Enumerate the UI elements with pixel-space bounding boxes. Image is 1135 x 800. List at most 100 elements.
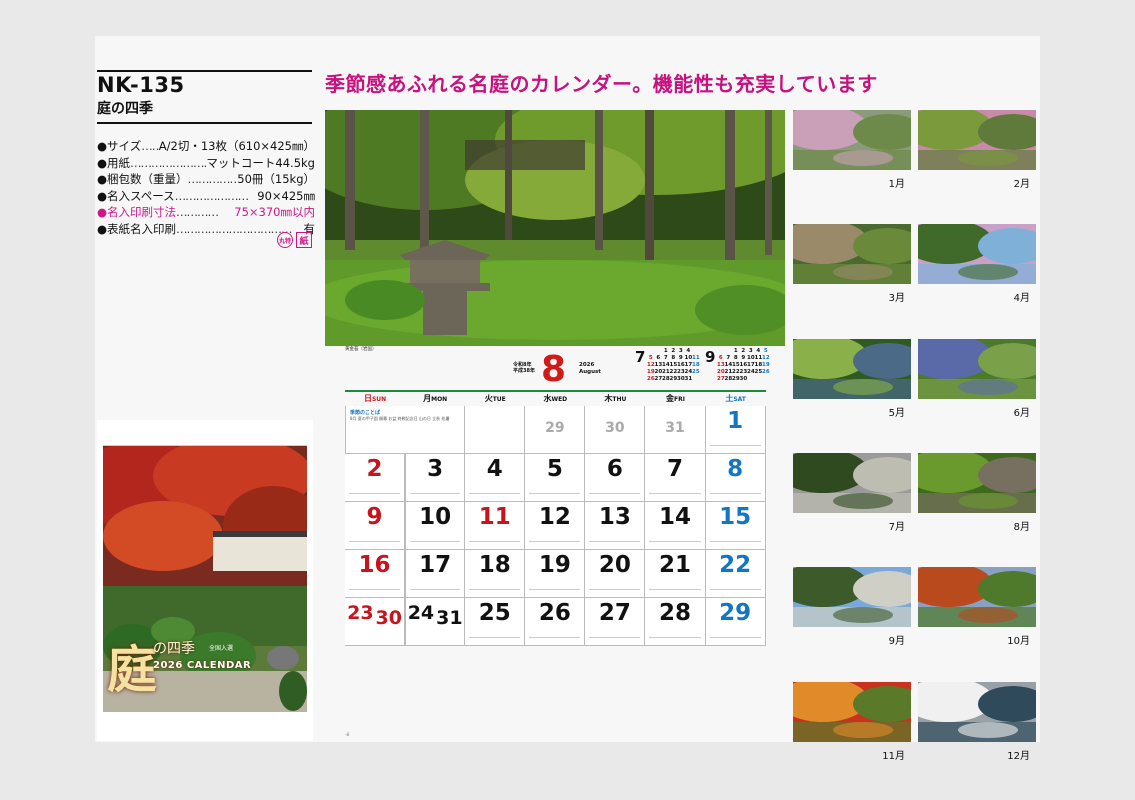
day-number: 7 — [667, 456, 684, 482]
mini-day: 16 — [739, 362, 748, 368]
spec-panel: NK-135 庭の四季 ●サイズ………A/2切・13枚（610×425㎜）●用紙… — [97, 70, 319, 248]
month-thumbnail-label: 2月 — [1013, 179, 1030, 190]
dual-day-numbers: 23 30 — [345, 602, 404, 629]
day-note-line — [649, 637, 701, 638]
mini-day: 1 — [733, 348, 738, 354]
day-number: 18 — [478, 552, 511, 578]
mini-day: 19 — [762, 362, 770, 368]
badge-group: 丸特 紙 — [277, 232, 312, 248]
mini-day: 18 — [754, 362, 763, 368]
calendar-day: 25 — [465, 598, 526, 646]
weekday-en: TUE — [492, 396, 506, 403]
mini-day — [725, 348, 733, 355]
day-note-line — [709, 541, 761, 542]
mini-day: 27 — [654, 376, 663, 382]
cover-calendar-label: 2026 CALENDAR — [153, 660, 252, 671]
day-note-line — [410, 541, 461, 542]
mini-day: 14 — [724, 362, 733, 368]
day-number: 6 — [606, 456, 623, 482]
day-number: 25 — [478, 600, 511, 626]
calendar-day: 17 — [405, 550, 466, 598]
mini-day: 12 — [762, 355, 770, 361]
mini-day: 25 — [754, 369, 763, 375]
mini-day: 23 — [677, 369, 685, 375]
calendar-day-dual: 24 31 — [405, 598, 466, 646]
spec-value: 90×425㎜ — [257, 188, 315, 203]
spec-value: マットコート44.5kg — [206, 155, 315, 170]
day-note-line — [589, 589, 641, 590]
weekday-jp: 金 — [666, 394, 675, 403]
calendar-day: 30 — [585, 406, 646, 454]
day-number: 26 — [538, 600, 571, 626]
month-thumbnail-label: 8月 — [1013, 521, 1030, 533]
spec-dots: ………………… — [174, 188, 249, 203]
day-note-line — [469, 541, 521, 542]
mini-day: 25 — [692, 369, 700, 375]
mini-day: 3 — [748, 348, 753, 354]
month-thumbnail — [918, 338, 1036, 399]
mini-day: 7 — [726, 355, 731, 361]
weekday-jp: 月 — [423, 394, 432, 403]
mini-day — [717, 348, 725, 355]
day-note-line — [529, 493, 581, 494]
calendar-day: 5 — [525, 454, 586, 502]
calendar-day: 11 — [465, 502, 526, 550]
calendar-day: 19 — [525, 550, 586, 598]
day-note-line — [469, 637, 521, 638]
mini-day: 31 — [684, 376, 693, 382]
weekday-jp: 火 — [484, 394, 493, 403]
mini-day: 17 — [684, 362, 693, 368]
day-number: 31 — [665, 420, 685, 436]
mini-day: 4 — [756, 348, 761, 354]
mini-day: 29 — [669, 376, 678, 382]
spec-label: ●サイズ — [97, 139, 142, 153]
mini-day: 7 — [663, 355, 668, 361]
calendar-day: 14 — [645, 502, 706, 550]
calendar-grid: 日SUN 月MON 火TUE 水WED 木THU 金FRI 土SAT 季節のことば 8月 夏の… — [345, 390, 766, 646]
weekday-en: SAT — [733, 396, 746, 403]
mini-day: 9 — [741, 355, 746, 361]
calendar-day: 13 — [585, 502, 646, 550]
spec-row: ●名入スペース………………… 90×425㎜ — [97, 188, 315, 205]
mini-day: 8 — [733, 355, 738, 361]
day-number: 30 — [605, 420, 625, 436]
month-thumbnail-label: 6月 — [1013, 407, 1030, 419]
calendar-weeks: 季節のことば 8月 夏の甲子園 開幕 お盆 終戦記念日 山の日 立秋 処暑 29 30… — [345, 406, 766, 646]
day-number: 28 — [659, 600, 692, 626]
special-badge: 丸特 — [277, 232, 293, 248]
day-number: 2 — [366, 456, 383, 482]
mini-day: 8 — [671, 355, 676, 361]
spec-dots: ……… — [141, 139, 159, 153]
mini-day — [755, 376, 763, 383]
day-note-line — [469, 589, 521, 590]
spec-row: ●梱包数（重量）…………………50冊（15kg） — [97, 171, 315, 188]
month-thumbnail — [918, 224, 1036, 285]
day-note-line — [709, 637, 761, 638]
month-thumbnail — [793, 567, 911, 628]
day-note-line — [709, 493, 761, 494]
weekday-jp: 日 — [363, 394, 372, 403]
spec-dots: …………………………… — [130, 155, 206, 170]
month-thumbnail — [918, 452, 1036, 513]
mini-day: 27 — [717, 376, 725, 382]
day-note-line — [529, 541, 581, 542]
calendar-day: 22 — [705, 550, 766, 598]
month-thumbnail-label: 1月 — [888, 179, 905, 190]
headline: 季節感あふれる名庭のカレンダー。機能性も充実しています — [325, 72, 878, 96]
day-number: 17 — [419, 552, 452, 578]
day-note-line — [649, 589, 701, 590]
day-number: 12 — [538, 504, 571, 530]
calendar-day: 8 — [705, 454, 766, 502]
mini-day: 17 — [747, 362, 755, 368]
month-thumbnail-label: 10月 — [1007, 636, 1030, 648]
mini-day: 2 — [741, 348, 746, 354]
day-number: 19 — [538, 552, 571, 578]
events-note: 季節のことば 8月 夏の甲子園 開幕 お盆 終戦記念日 山の日 立秋 処暑 — [345, 406, 466, 454]
calendar-day: 1 — [705, 406, 766, 454]
day-number: 20 — [598, 552, 631, 578]
mini-day: 13 — [717, 362, 725, 368]
mini-day: 28 — [724, 376, 733, 382]
calendar-day: 6 — [585, 454, 646, 502]
mini-day: 19 — [647, 369, 655, 375]
cover-title: の四季 — [153, 641, 195, 657]
